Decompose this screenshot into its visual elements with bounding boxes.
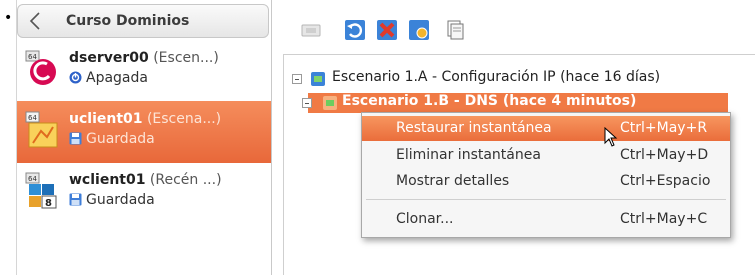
- snapshot-label: Escenario 1.A - Configuración IP (hace 1…: [332, 69, 661, 85]
- collapse-icon[interactable]: [302, 98, 312, 108]
- mouse-pointer-icon: [604, 127, 618, 147]
- vm-name: dserver00 (Escen...): [69, 50, 219, 66]
- svg-text:64: 64: [28, 53, 37, 61]
- list-bullet: •: [4, 10, 13, 26]
- vm-name: wclient01 (Recén ...): [69, 172, 222, 188]
- clone-icon[interactable]: [443, 18, 467, 42]
- svg-text:64: 64: [28, 175, 37, 183]
- vm-item-uclient01[interactable]: 64 uclient01 (Escena...) Guardada: [17, 101, 271, 163]
- windows8-icon: 64 8: [25, 172, 57, 209]
- debian-icon: 64: [25, 50, 56, 85]
- tree-node[interactable]: Escenario 1.A - Configuración IP (hace 1…: [292, 69, 732, 89]
- saved-state-icon: [69, 193, 82, 206]
- svg-text:64: 64: [28, 114, 37, 122]
- menu-separator: [366, 199, 726, 200]
- vm-item-dserver00[interactable]: 64 dserver00 (Escen...) Apagada: [17, 40, 271, 102]
- vm-name: uclient01 (Escena...): [69, 111, 222, 127]
- vm-state: Guardada: [69, 192, 155, 208]
- snapshot-icon: [311, 72, 325, 86]
- snapshot-icon: [323, 96, 337, 110]
- tree-node-selected[interactable]: Escenario 1.B - DNS (hace 4 minutos): [302, 93, 728, 113]
- vm-list-panel: Curso Dominios 64 dserver00 (Escen...) A…: [16, 0, 272, 275]
- snapshot-toolbar: [283, 10, 755, 48]
- take-snapshot-icon[interactable]: [299, 18, 323, 42]
- restore-snapshot-icon[interactable]: [343, 18, 367, 42]
- menu-item-details[interactable]: Mostrar detalles Ctrl+Espacio: [362, 169, 730, 194]
- ubuntu-icon: 64: [25, 111, 58, 148]
- svg-text:8: 8: [45, 198, 52, 209]
- menu-item-restore[interactable]: Restaurar instantánea Ctrl+May+R: [362, 116, 730, 141]
- back-arrow-icon[interactable]: [28, 11, 42, 31]
- power-off-icon: [69, 71, 82, 84]
- menu-item-delete[interactable]: Eliminar instantánea Ctrl+May+D: [362, 143, 730, 168]
- vm-item-wclient01[interactable]: 64 8 wclient01 (Recén ...) Guardada: [17, 162, 271, 224]
- collapse-icon[interactable]: [292, 74, 302, 84]
- group-header[interactable]: Curso Dominios: [17, 4, 269, 38]
- snapshot-label: Escenario 1.B - DNS (hace 4 minutos): [342, 93, 637, 109]
- context-menu: Restaurar instantánea Ctrl+May+R Elimina…: [361, 112, 731, 238]
- menu-item-clone[interactable]: Clonar... Ctrl+May+C: [362, 207, 730, 232]
- group-title: Curso Dominios: [66, 13, 190, 29]
- vm-state: Apagada: [69, 70, 148, 86]
- delete-snapshot-icon[interactable]: [375, 18, 399, 42]
- vm-state: Guardada: [69, 131, 155, 147]
- snapshot-details-icon[interactable]: [407, 18, 431, 42]
- saved-state-icon: [69, 132, 82, 145]
